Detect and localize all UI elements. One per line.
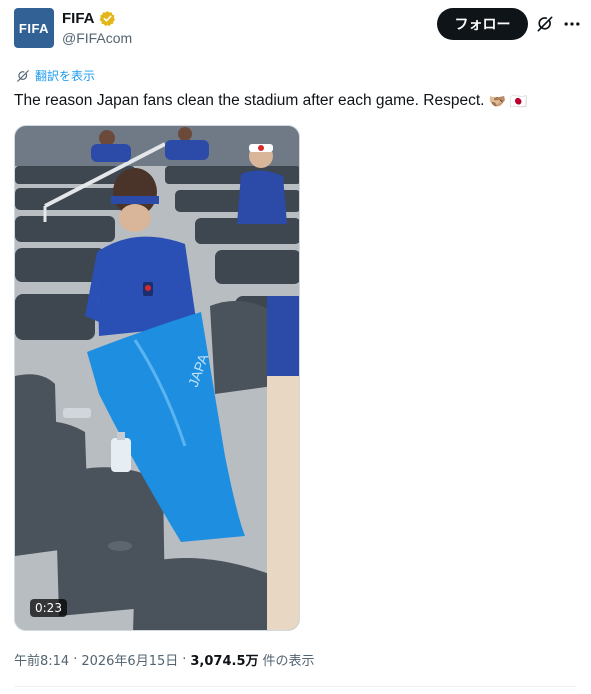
tweet-body: The reason Japan fans clean the stadium … [14,92,485,109]
tweet-meta: 午前8:14 · 2026年6月15日 · 3,074.5万 件の表示 [14,650,315,669]
display-name[interactable]: FIFA [62,10,95,27]
show-translation-link[interactable]: 翻訳を表示 [16,67,95,84]
meta-separator: · [73,652,78,667]
avatar-text: FIFA [18,20,50,36]
post-time[interactable]: 午前8:14 [14,650,69,669]
post-date[interactable]: 2026年6月15日 [81,650,178,669]
follow-button[interactable]: フォロー [437,8,528,40]
video-frame: JAPA [15,126,299,630]
gold-verified-icon [99,10,115,26]
handle[interactable]: @FIFAcom [62,30,132,46]
tweet-header: FIFA FIFA @FIFAcom フォロー [14,8,582,52]
more-icon[interactable] [562,14,582,34]
grok-icon[interactable] [535,14,555,34]
avatar[interactable]: FIFA [14,8,54,48]
views-label: 件の表示 [262,654,315,669]
translate-icon [17,69,29,82]
tweet-text: The reason Japan fans clean the stadium … [14,90,527,112]
author-block: FIFA @FIFAcom [62,8,132,47]
handshake-emoji: 🫱🏼‍🫲🏽 [488,93,506,109]
divider [14,686,577,687]
video-player[interactable]: JAPA [14,125,300,631]
video-duration: 0:23 [30,599,67,617]
name-row: FIFA [62,8,132,28]
japan-flag-emoji: 🇯🇵 [509,93,528,109]
meta-separator-2: · [182,652,187,667]
translate-label: 翻訳を表示 [35,69,96,83]
views-count[interactable]: 3,074.5万 [190,650,258,669]
